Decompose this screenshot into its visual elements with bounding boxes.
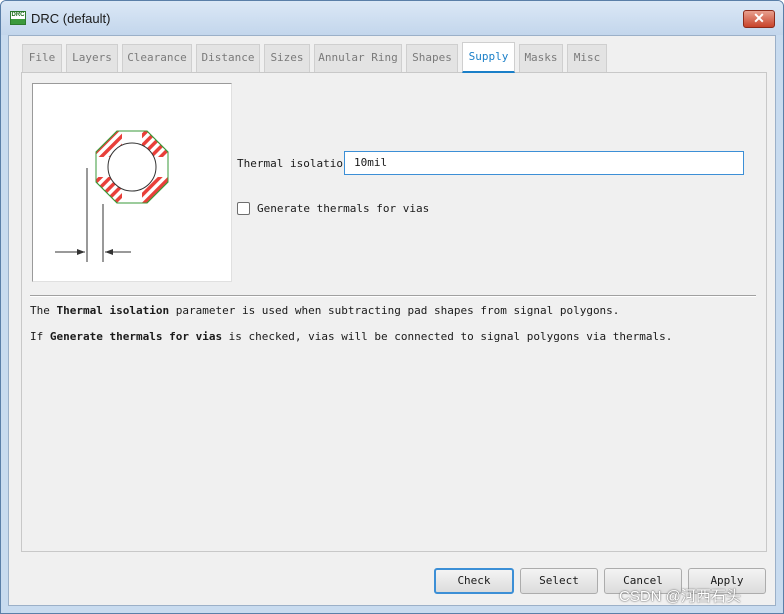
tab-file[interactable]: File [22,44,62,72]
tab-misc[interactable]: Misc [567,44,607,72]
app-icon-bar [11,19,25,24]
window-title: DRC (default) [31,11,111,26]
close-icon: ✕ [753,10,765,26]
tab-layers[interactable]: Layers [66,44,118,72]
title-bar[interactable]: DRC DRC (default) ✕ [1,1,783,35]
tab-sizes[interactable]: Sizes [264,44,310,72]
generate-thermals-checkbox[interactable] [237,202,250,215]
tab-distance[interactable]: Distance [196,44,260,72]
tab-supply[interactable]: Supply [462,42,515,73]
tab-shapes[interactable]: Shapes [406,44,458,72]
description-line-2: If Generate thermals for vias is checked… [30,330,673,343]
tab-annular-ring[interactable]: Annular Ring [314,44,402,72]
select-button[interactable]: Select [520,568,598,594]
divider [30,295,756,297]
thermal-pad-illustration [55,130,170,262]
thermal-isolation-label: Thermal isolation [237,157,350,170]
tab-clearance[interactable]: Clearance [122,44,192,72]
tab-masks[interactable]: Masks [519,44,563,72]
drc-dialog-window: DRC DRC (default) ✕ File Layers Clearanc… [0,0,784,614]
description-line-1: The Thermal isolation parameter is used … [30,304,620,317]
drc-app-icon: DRC [10,11,26,25]
thermal-isolation-input[interactable]: 10mil [344,151,744,175]
generate-thermals-label[interactable]: Generate thermals for vias [257,202,429,215]
csdn-watermark: CSDN @河西石头 [619,588,741,605]
app-icon-text: DRC [11,12,25,18]
close-button[interactable]: ✕ [743,10,775,28]
dialog-client-area: File Layers Clearance Distance Sizes Ann… [8,35,776,606]
thermal-preview-image [32,83,232,282]
check-button[interactable]: Check [434,568,514,594]
supply-tab-panel: Thermal isolation 10mil Generate thermal… [21,72,767,552]
